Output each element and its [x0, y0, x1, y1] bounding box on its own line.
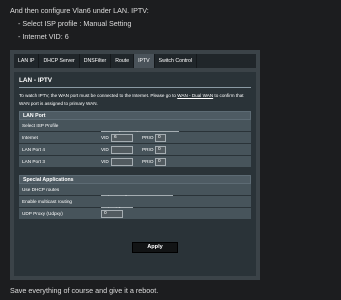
prio-label: PRIO — [142, 159, 154, 164]
lan-port-4-label: LAN Port 4 — [22, 147, 45, 152]
tab-dhcp-server[interactable]: DHCP Server — [39, 54, 80, 68]
isp-profile-row: Select ISP Profile Manual Setting ▾ — [19, 120, 251, 139]
tab-route[interactable]: Route — [111, 54, 135, 68]
multicast-label: Enable multicast routing — [22, 199, 73, 204]
tab-lan-ip[interactable]: LAN IP — [14, 54, 40, 68]
vid-label: VID — [101, 147, 109, 152]
lan-port-3-label: LAN Port 3 — [22, 159, 45, 164]
lan-port-3-row: LAN Port 3 VID PRIO 0 — [19, 156, 251, 168]
special-applications-heading: Special Applications — [19, 175, 251, 184]
iptv-description: To watch IPTV, the WAN port must be conn… — [19, 92, 251, 108]
lan-port-4-vid-input[interactable] — [111, 146, 133, 154]
multicast-row: Enable multicast routing Disable ▾ — [19, 196, 251, 215]
udp-proxy-label: UDP Proxy (Udpxy) — [22, 211, 63, 216]
udp-proxy-input[interactable]: 0 — [101, 210, 123, 218]
dhcp-routes-label: Use DHCP routes — [22, 187, 60, 192]
lan-port-heading: LAN Port — [19, 111, 251, 120]
lan-port-3-vid-input[interactable] — [111, 158, 133, 166]
lan-port-4-prio-input[interactable]: 0 — [155, 146, 166, 154]
instruction-bullet-vid: - Internet VID: 6 — [18, 32, 69, 41]
desc-text-1: To watch IPTV, the WAN port must be conn… — [19, 93, 178, 98]
lan-port-4-row: LAN Port 4 VID PRIO 0 — [19, 144, 251, 156]
instruction-bullet-isp: - Select ISP profile : Manual Setting — [18, 19, 132, 28]
vid-label: VID — [101, 159, 109, 164]
closing-text: Save everything of course and give it a … — [10, 286, 159, 295]
tab-switch-control[interactable]: Switch Control — [155, 54, 198, 68]
title-divider — [19, 87, 251, 88]
prio-label: PRIO — [142, 135, 154, 140]
wan-dual-wan-link[interactable]: WAN - Dual WAN — [177, 93, 213, 98]
prio-label: PRIO — [142, 147, 154, 152]
internet-prio-input[interactable]: 0 — [155, 134, 166, 142]
apply-button[interactable]: Apply — [132, 242, 178, 253]
instructions: And then configure Vlan6 under LAN. IPTV… — [10, 4, 149, 43]
internet-label: Internet — [22, 135, 38, 140]
internet-vid-input[interactable]: 6 — [111, 134, 133, 142]
instruction-line: And then configure Vlan6 under LAN. IPTV… — [10, 6, 149, 15]
internet-row: Internet VID 6 PRIO 0 — [19, 132, 251, 144]
tab-iptv[interactable]: IPTV — [134, 54, 155, 68]
dhcp-routes-row: Use DHCP routes Microsoft ▾ — [19, 184, 251, 203]
udp-proxy-row: UDP Proxy (Udpxy) 0 — [19, 208, 251, 220]
vid-label: VID — [101, 135, 109, 140]
isp-profile-label: Select ISP Profile — [22, 123, 59, 128]
page-title: LAN - IPTV — [19, 77, 53, 84]
tab-bar: LAN IP DHCP Server DNSFilter Route IPTV … — [14, 54, 256, 68]
tab-dnsfilter[interactable]: DNSFilter — [80, 54, 112, 68]
lan-port-3-prio-input[interactable]: 0 — [155, 158, 166, 166]
